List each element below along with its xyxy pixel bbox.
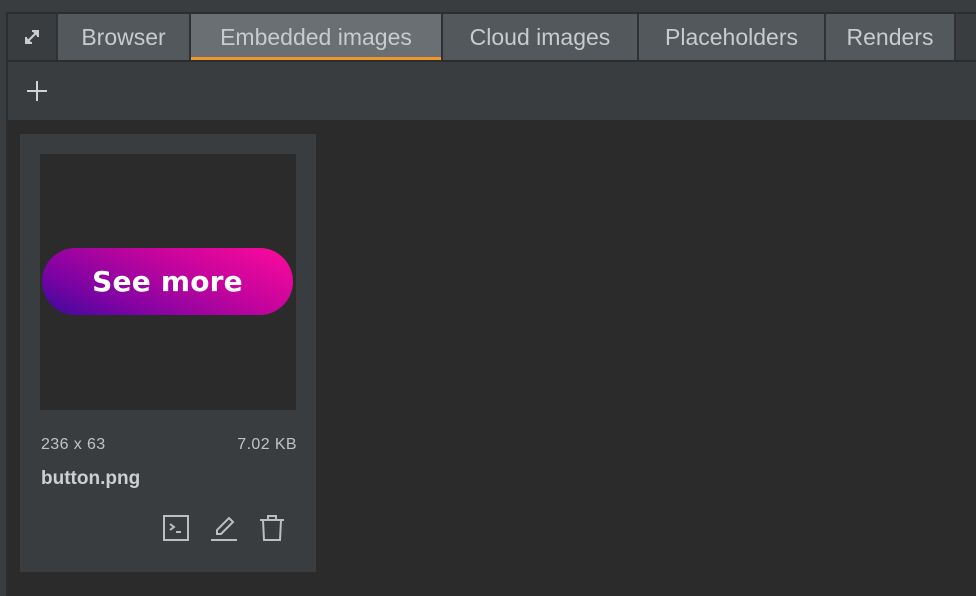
image-meta: 236 x 63 7.02 KB bbox=[41, 436, 297, 454]
image-actions bbox=[162, 514, 286, 542]
image-preview: See more bbox=[40, 154, 296, 410]
delete-button[interactable] bbox=[258, 514, 286, 542]
trash-icon bbox=[260, 515, 284, 541]
image-dimensions: 236 x 63 bbox=[41, 436, 106, 453]
edit-button[interactable] bbox=[210, 514, 238, 542]
plus-icon bbox=[27, 81, 47, 101]
expand-button[interactable] bbox=[8, 14, 56, 60]
toolbar bbox=[8, 62, 976, 120]
expand-icon bbox=[25, 30, 39, 44]
image-size: 7.02 KB bbox=[237, 436, 297, 453]
add-image-button[interactable] bbox=[24, 78, 50, 104]
terminal-icon bbox=[163, 515, 189, 541]
image-grid: See more 236 x 63 7.02 KB button.png bbox=[8, 120, 976, 596]
tab-cloud-images[interactable]: Cloud images bbox=[443, 14, 637, 60]
tab-placeholders[interactable]: Placeholders bbox=[639, 14, 824, 60]
tab-bar: Browser Embedded images Cloud images Pla… bbox=[8, 14, 976, 60]
image-filename: button.png bbox=[41, 468, 141, 489]
pencil-icon bbox=[211, 516, 237, 541]
tab-browser[interactable]: Browser bbox=[58, 14, 189, 60]
image-card[interactable]: See more 236 x 63 7.02 KB button.png bbox=[20, 134, 316, 572]
tab-embedded-images[interactable]: Embedded images bbox=[191, 14, 441, 60]
tab-bar-filler bbox=[956, 14, 976, 60]
tab-renders[interactable]: Renders bbox=[826, 14, 954, 60]
embedded-images-panel: Browser Embedded images Cloud images Pla… bbox=[0, 0, 976, 596]
insert-code-button[interactable] bbox=[162, 514, 190, 542]
preview-button-image: See more bbox=[42, 248, 293, 315]
